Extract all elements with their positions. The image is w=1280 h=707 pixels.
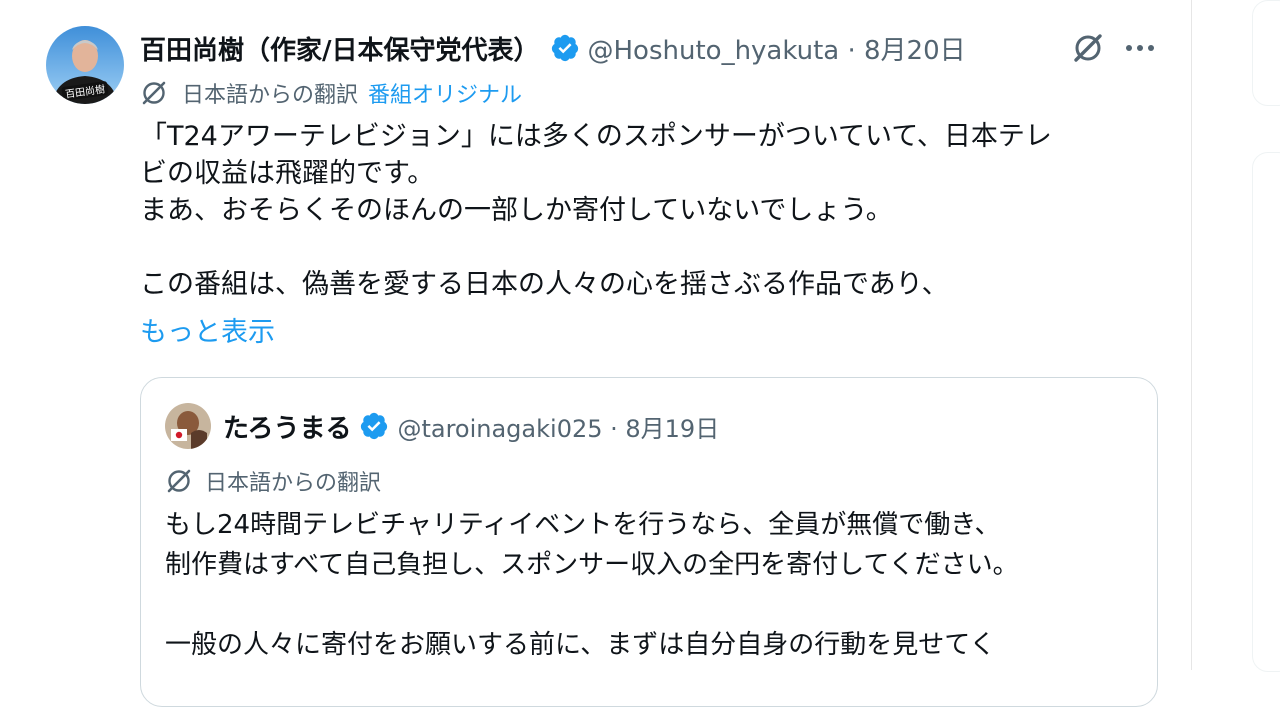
translate-icon bbox=[140, 79, 168, 107]
more-dots-icon[interactable] bbox=[1120, 28, 1160, 68]
quoted-translation-notice: 日本語からの翻訳 bbox=[165, 464, 381, 498]
translation-label: 日本語からの翻訳 bbox=[182, 83, 359, 108]
quoted-display-name[interactable]: たろうまる bbox=[223, 408, 351, 445]
tweet-body-line: まあ、おそらくそのほんの一部しか寄付していないでしょう。 bbox=[140, 195, 893, 226]
right-sidebar-edge bbox=[1252, 0, 1280, 672]
tweet-body-line: 「T24アワーテレビジョン」には多くのスポンサーがついていて、日本テレ bbox=[140, 121, 1052, 152]
translate-icon bbox=[165, 467, 193, 495]
quoted-handle-date[interactable]: @taroinagaki025 · 8月19日 bbox=[397, 409, 719, 444]
sidebar-card bbox=[1252, 0, 1280, 106]
translation-source-link[interactable]: 番組オリジナル bbox=[368, 77, 522, 109]
tweet-article[interactable]: 百田尚樹 百田尚樹（作家/日本保守党代表） @Hoshuto_hyakuta ·… bbox=[0, 0, 1192, 707]
verified-badge-icon bbox=[550, 33, 580, 63]
grok-icon[interactable] bbox=[1068, 28, 1108, 68]
quoted-body: もし24時間テレビチャリティイベントを行うなら、全員が無償で働き、 制作費はすべ… bbox=[165, 505, 1145, 665]
translation-notice: 日本語からの翻訳 番組オリジナル bbox=[140, 76, 522, 110]
tweet-header: 百田尚樹（作家/日本保守党代表） @Hoshuto_hyakuta · 8月20… bbox=[140, 28, 966, 68]
sidebar-card bbox=[1252, 152, 1280, 672]
tweet-body-line: ビの収益は飛躍的です。 bbox=[140, 158, 435, 189]
quoted-translation-label: 日本語からの翻訳 bbox=[205, 471, 382, 496]
quoted-tweet-card[interactable]: たろうまる @taroinagaki025 · 8月19日 日本語からの翻訳 も… bbox=[140, 377, 1158, 707]
author-avatar[interactable]: 百田尚樹 bbox=[46, 26, 124, 104]
tweet-body-line: この番組は、偽善を愛する日本の人々の心を揺さぶる作品であり、 bbox=[140, 269, 949, 300]
author-display-name[interactable]: 百田尚樹（作家/日本保守党代表） bbox=[140, 30, 540, 67]
quoted-body-line: 制作費はすべて自己負担し、スポンサー収入の全円を寄付してください。 bbox=[165, 550, 1019, 580]
quoted-header: たろうまる @taroinagaki025 · 8月19日 bbox=[223, 405, 719, 447]
author-handle-date[interactable]: @Hoshuto_hyakuta · 8月20日 bbox=[588, 30, 966, 67]
quoted-body-line: もし24時間テレビチャリティイベントを行うなら、全員が無償で働き、 bbox=[165, 510, 1001, 540]
quoted-author-avatar[interactable] bbox=[165, 403, 211, 449]
quoted-body-line: 一般の人々に寄付をお願いする前に、まずは自分自身の行動を見せてく bbox=[165, 630, 996, 660]
verified-badge-icon bbox=[359, 411, 389, 441]
tweet-body-line bbox=[140, 229, 1150, 266]
show-more-link[interactable]: もっと表示 bbox=[140, 314, 275, 351]
tweet-body: 「T24アワーテレビジョン」には多くのスポンサーがついていて、日本テレ ビの収益… bbox=[140, 118, 1150, 303]
quoted-body-line bbox=[165, 585, 1145, 625]
